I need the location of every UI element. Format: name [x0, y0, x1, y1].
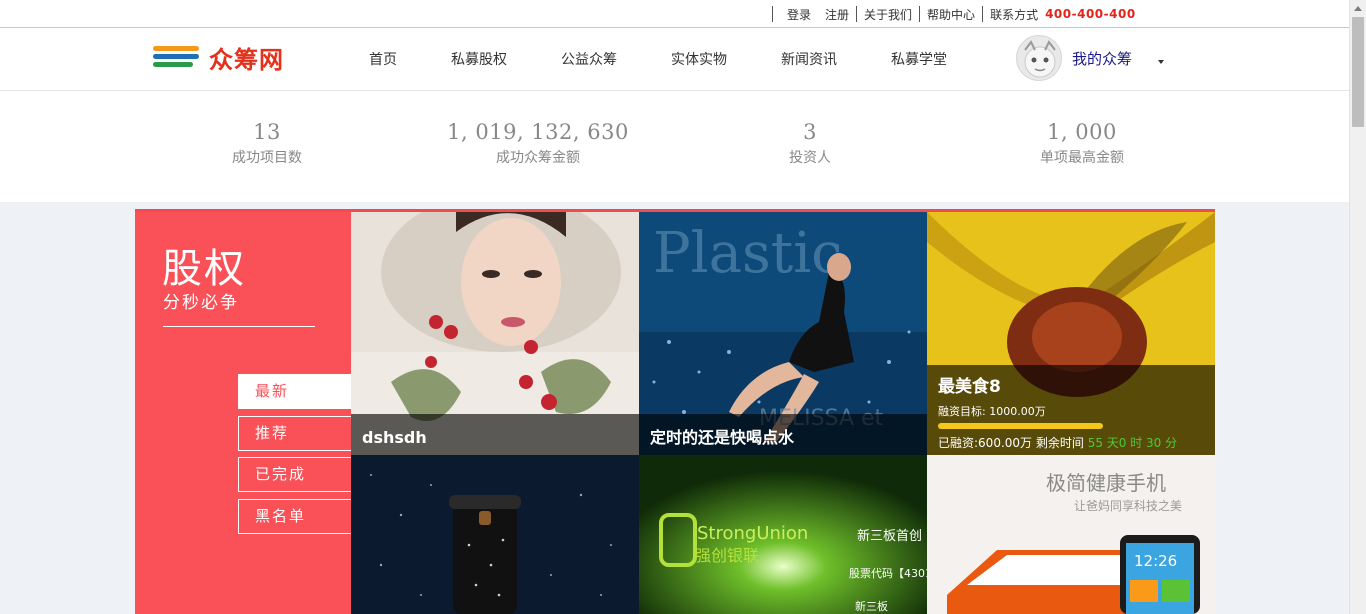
stat-amount: 1, 019, 132, 630 成功众筹金额 [447, 120, 629, 167]
overlay-text: 新三板首创 [857, 528, 922, 544]
card-caption: dshsdh [351, 414, 639, 455]
progress-bar [938, 423, 1103, 429]
project-card[interactable] [351, 455, 639, 614]
stat-label: 成功项目数 [232, 150, 302, 166]
funding-raised: 已融资:600.00万 剩余时间 [938, 436, 1084, 450]
help-link[interactable]: 帮助中心 [920, 6, 982, 23]
scroll-up-icon[interactable] [1354, 6, 1362, 11]
project-card[interactable]: Plastic MELISSA et 定时的还是快喝点水 [639, 212, 927, 455]
project-image [351, 455, 639, 614]
project-card[interactable]: StrongUnion 强创银联 新三板首创 股票代码【430152】 新三板 [639, 455, 927, 614]
funding-status: 已融资:600.00万 剩余时间 55 天0 时 30 分 [927, 434, 1215, 451]
logo-mark-icon [153, 43, 201, 71]
logo-text: 众筹网 [209, 45, 284, 74]
nav-item-academy[interactable]: 私募学堂 [891, 49, 947, 69]
overlay-text: 新三板 [855, 599, 888, 613]
stat-value: 3 [803, 120, 817, 144]
nav-item-physical[interactable]: 实体实物 [671, 49, 727, 69]
nav-item-charity[interactable]: 公益众筹 [561, 49, 617, 69]
card-title: dshsdh [362, 428, 427, 447]
site-logo[interactable]: 众筹网 [153, 41, 284, 74]
stat-value: 1, 000 [1047, 120, 1117, 144]
page: 登录 注册 关于我们 帮助中心 联系方式 400-400-400 众筹网 首页 … [0, 0, 1366, 614]
stat-value: 13 [253, 120, 281, 144]
card-title: 定时的还是快喝点水 [650, 428, 795, 447]
card-caption: 最美食8 融资目标: 1000.00万 已融资:600.00万 剩余时间 55 … [927, 365, 1215, 455]
login-link[interactable]: 登录 [780, 6, 818, 23]
project-card[interactable]: 最美食8 融资目标: 1000.00万 已融资:600.00万 剩余时间 55 … [927, 212, 1215, 455]
project-image: StrongUnion 强创银联 新三板首创 股票代码【430152】 新三板 [639, 455, 927, 614]
scrollbar-thumb[interactable] [1352, 17, 1364, 127]
overlay-text: 股票代码【430152】 [849, 567, 927, 580]
overlay-text: 让爸妈同享科技之美 [1074, 498, 1182, 513]
phone-number: 400-400-400 [1045, 7, 1136, 21]
time-remaining: 55 天0 时 30 分 [1087, 436, 1178, 450]
divider [163, 326, 315, 327]
stats-bar: 13 成功项目数 1, 019, 132, 630 成功众筹金额 3 投资人 1… [0, 92, 1349, 202]
funding-goal: 融资目标: 1000.00万 [938, 405, 1046, 418]
divider [772, 6, 773, 22]
svg-text:Plastic: Plastic [653, 221, 843, 286]
phone-time: 12:26 [1134, 552, 1177, 570]
user-menu[interactable]: 我的众筹 [1016, 35, 1132, 81]
tab-latest[interactable]: 最新 [238, 374, 351, 409]
tab-recommended[interactable]: 推荐 [238, 416, 351, 451]
top-utility-bar: 登录 注册 关于我们 帮助中心 联系方式 400-400-400 [0, 0, 1349, 28]
stat-max-amount: 1, 000 单项最高金额 [1040, 120, 1124, 167]
nav-item-private-equity[interactable]: 私募股权 [451, 49, 507, 69]
avatar [1016, 35, 1062, 81]
section-title: 股权 [162, 246, 246, 292]
stat-projects: 13 成功项目数 [232, 120, 302, 167]
stat-label: 成功众筹金额 [495, 150, 580, 166]
my-crowdfunding-link[interactable]: 我的众筹 [1072, 48, 1132, 69]
overlay-text: 极简健康手机 [1046, 471, 1166, 495]
contact-label: 联系方式 [990, 7, 1039, 22]
svg-text:强创银联: 强创银联 [695, 546, 759, 565]
tab-blacklist[interactable]: 黑名单 [238, 499, 351, 534]
chevron-down-icon[interactable] [1158, 60, 1164, 64]
equity-panel: 股权 分秒必争 最新 推荐 已完成 黑名单 [135, 212, 351, 614]
stat-label: 投资人 [789, 150, 831, 166]
top-links: 登录 注册 关于我们 帮助中心 联系方式 400-400-400 [772, 6, 1136, 22]
section-subtitle: 分秒必争 [163, 293, 239, 313]
project-image: 极简健康手机 让爸妈同享科技之美 12:26 [927, 455, 1215, 614]
stat-investors: 3 投资人 [789, 120, 831, 167]
main-nav: 众筹网 首页 私募股权 公益众筹 实体实物 新闻资讯 私募学堂 我的众筹 [0, 29, 1349, 91]
tab-completed[interactable]: 已完成 [238, 457, 351, 492]
brand-text: StrongUnion [697, 523, 808, 544]
project-card[interactable]: dshsdh [351, 212, 639, 455]
stat-label: 单项最高金额 [1040, 150, 1124, 166]
about-link[interactable]: 关于我们 [857, 6, 919, 23]
stat-value: 1, 019, 132, 630 [447, 120, 629, 144]
nav-item-home[interactable]: 首页 [369, 49, 397, 69]
nav-item-news[interactable]: 新闻资讯 [781, 49, 837, 69]
register-link[interactable]: 注册 [818, 6, 856, 23]
card-title: 最美食8 [938, 377, 1001, 397]
page-scrollbar[interactable] [1349, 0, 1366, 614]
card-caption: 定时的还是快喝点水 [639, 414, 927, 455]
project-card[interactable]: 极简健康手机 让爸妈同享科技之美 12:26 [927, 455, 1215, 614]
